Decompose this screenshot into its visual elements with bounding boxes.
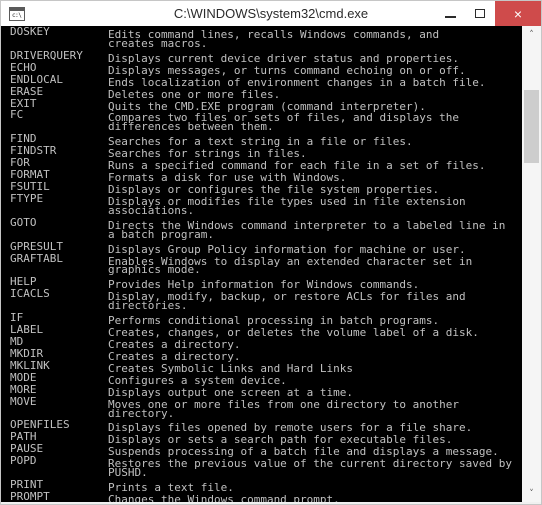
- command-name: MKDIR: [10, 347, 44, 360]
- command-name: POPD: [10, 455, 37, 468]
- command-name: FORMAT: [10, 169, 50, 181]
- scroll-down-arrow-icon[interactable]: ˅: [522, 485, 541, 502]
- console-line: PAUSE Suspends processing of a batch file…: [10, 443, 521, 457]
- command-description: creates macros.: [108, 36, 208, 50]
- command-description: PUSHD.: [108, 466, 148, 480]
- console-line: GOTO Directs the Windows command interpre…: [10, 216, 521, 231]
- title-bar[interactable]: c:\ C:\WINDOWS\system32\cmd.exe ×: [0, 0, 542, 26]
- maximize-button[interactable]: [465, 1, 495, 26]
- console-line: OPENFILES Displays files opened by remote…: [10, 419, 521, 433]
- command-name: DRIVERQUERY: [10, 49, 83, 62]
- console-line: DRIVERQUERY Displays current device drive…: [10, 49, 521, 64]
- command-name: FSUTIL: [10, 180, 50, 193]
- console-icon-glyph: c:\: [12, 12, 22, 19]
- command-description: associations.: [108, 203, 195, 217]
- command-name: PRINT: [10, 479, 44, 491]
- console-line: MORE Displays output one screen at a time…: [10, 383, 521, 398]
- command-name: GPRESULT: [10, 240, 63, 253]
- command-name: MKLINK: [10, 359, 50, 372]
- console-line: MKDIR Creates a directory.: [10, 347, 521, 362]
- command-name: PAUSE: [10, 443, 44, 456]
- console-line: FSUTIL Displays or configures the file sy…: [10, 180, 521, 195]
- scroll-up-arrow-icon[interactable]: ˄: [522, 26, 541, 43]
- console-output[interactable]: DOSKEY Edits command lines, recalls Windo…: [1, 26, 521, 502]
- console-icon-bar: [10, 8, 24, 11]
- command-name: MD: [10, 335, 24, 348]
- console-line: ENDLOCAL Ends localization of environment…: [10, 73, 521, 88]
- minimize-button[interactable]: [435, 1, 465, 26]
- console-line: FTYPE Displays or modifies file types use…: [10, 192, 521, 207]
- command-name: FTYPE: [10, 192, 44, 205]
- command-name: HELP: [10, 276, 37, 289]
- close-button[interactable]: ×: [495, 1, 541, 26]
- scrollbar-track[interactable]: [522, 43, 541, 485]
- cmd-window: c:\ C:\WINDOWS\system32\cmd.exe × DOSKEY…: [0, 0, 542, 505]
- console-line: EXIT Quits the CMD.EXE program (command i…: [10, 97, 521, 112]
- console-line: FINDSTR Searches for strings in files.: [10, 145, 521, 159]
- command-name: IF: [10, 312, 24, 325]
- console-line: MKLINK Creates Symbolic Links and Hard Li…: [10, 359, 521, 374]
- command-description: Changes the Windows command prompt.: [108, 492, 340, 502]
- command-description: differences between them.: [108, 120, 274, 134]
- vertical-scrollbar[interactable]: ˄ ˅: [521, 26, 541, 502]
- console-line: ECHO Displays messages, or turns command …: [10, 61, 521, 76]
- console-line: LABEL Creates, changes, or deletes the vo…: [10, 324, 521, 338]
- command-name: FC: [10, 109, 24, 122]
- console-line: IF Performs conditional processing in bat…: [10, 312, 521, 326]
- console-line: HELP Provides Help information for Window…: [10, 276, 521, 290]
- console-icon[interactable]: c:\: [9, 7, 25, 21]
- command-name: MORE: [10, 383, 37, 396]
- minimize-icon: [444, 15, 456, 18]
- command-name: FOR: [10, 157, 30, 170]
- console-line: PRINT Prints a text file.: [10, 479, 521, 493]
- console-area: DOSKEY Edits command lines, recalls Windo…: [0, 26, 542, 502]
- console-line: POPD Restores the previous value of the c…: [10, 455, 521, 471]
- command-name: FIND: [10, 133, 37, 146]
- command-name: LABEL: [10, 324, 44, 336]
- command-name: PROMPT: [10, 490, 50, 502]
- command-description: graphics mode.: [108, 263, 201, 277]
- console-line: ICACLS Display, modify, backup, or restor…: [10, 288, 521, 302]
- command-name: ECHO: [10, 61, 37, 74]
- command-name: GOTO: [10, 216, 37, 229]
- maximize-icon: [475, 9, 485, 18]
- command-name: PATH: [10, 431, 37, 444]
- scrollbar-thumb[interactable]: [524, 90, 539, 163]
- console-line: GPRESULT Displays Group Policy informatio…: [10, 240, 521, 255]
- command-name: EXIT: [10, 97, 37, 110]
- command-name: MODE: [10, 371, 37, 384]
- console-line: PROMPT Changes the Windows command prompt…: [10, 491, 521, 502]
- console-line: DOSKEY Edits command lines, recalls Windo…: [10, 26, 521, 40]
- console-line: GRAFTABL Enables Windows to display an ex…: [10, 252, 521, 267]
- console-line: FIND Searches for a text string in a file…: [10, 133, 521, 147]
- command-description: directory.: [108, 406, 175, 420]
- console-line: MOVE Moves one or more files from one dir…: [10, 395, 521, 410]
- command-description: Restores the previous value of the curre…: [108, 457, 512, 471]
- command-name: ERASE: [10, 85, 44, 98]
- console-line: MODE Configures a system device.: [10, 371, 521, 386]
- console-line: FOR Runs a specified command for each fil…: [10, 157, 521, 171]
- command-description: a batch program.: [108, 227, 214, 241]
- command-name: FINDSTR: [10, 145, 57, 158]
- command-name: OPENFILES: [10, 419, 70, 432]
- command-name: GRAFTABL: [10, 252, 63, 265]
- command-name: DOSKEY: [10, 26, 50, 38]
- command-name: ICACLS: [10, 288, 50, 301]
- command-name: ENDLOCAL: [10, 73, 63, 86]
- command-description: directories.: [108, 299, 188, 313]
- command-name: MOVE: [10, 395, 37, 408]
- console-line: PATH Displays or sets a search path for e…: [10, 431, 521, 445]
- caption-button-group: ×: [435, 1, 541, 26]
